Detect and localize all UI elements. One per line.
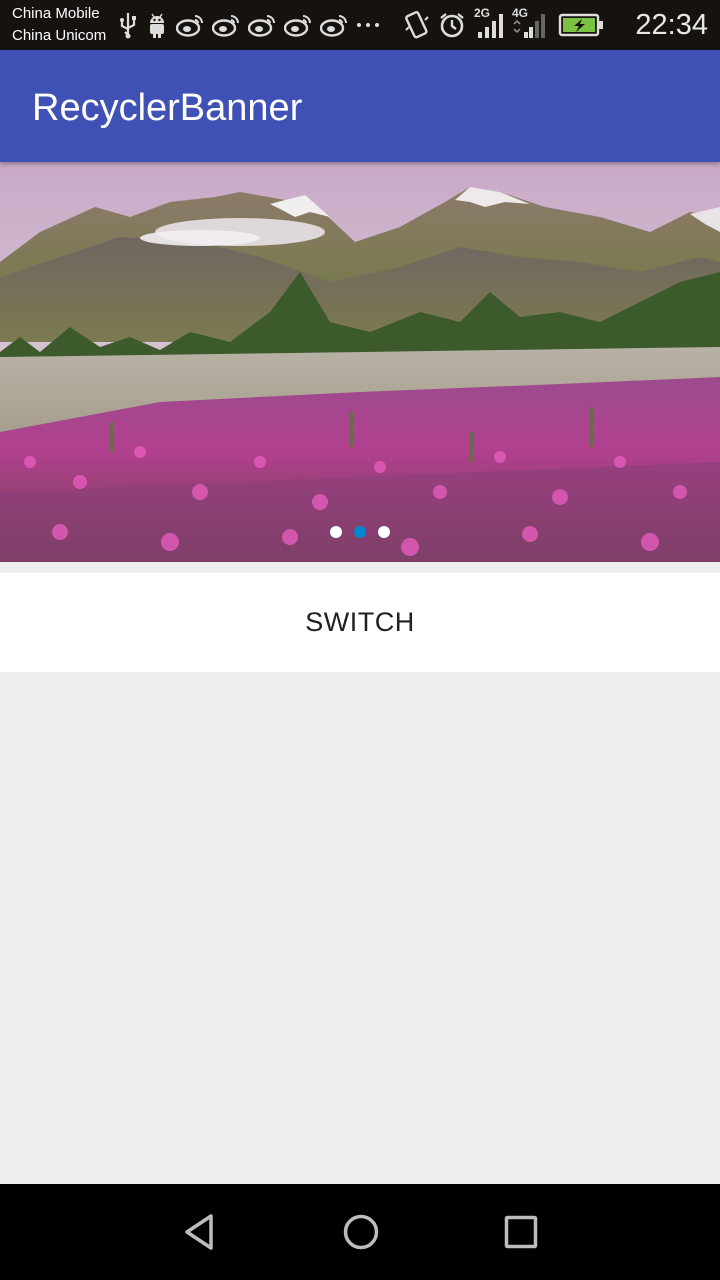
carrier-1: China Mobile xyxy=(12,5,100,22)
banner-image xyxy=(0,162,720,562)
home-icon[interactable] xyxy=(337,1208,385,1256)
status-bar: China Mobile China Unicom 2G 4G 22:34 xyxy=(0,0,720,50)
carrier-2: China Unicom xyxy=(12,27,107,44)
navigation-bar xyxy=(0,1184,720,1280)
network-1-label: 2G xyxy=(474,6,491,20)
more-dots-icon xyxy=(356,20,380,30)
alarm-icon xyxy=(438,11,466,39)
weibo-icon xyxy=(284,13,312,37)
app-title: RecyclerBanner xyxy=(32,87,303,129)
back-icon[interactable] xyxy=(177,1208,225,1256)
status-clock: 22:34 xyxy=(635,9,708,41)
indicator-dot-3 xyxy=(378,526,390,538)
carrier-info: China Mobile China Unicom xyxy=(12,3,106,47)
recents-icon[interactable] xyxy=(497,1208,545,1256)
usb-icon xyxy=(118,11,138,39)
app-bar: RecyclerBanner xyxy=(0,50,720,162)
vibrate-icon xyxy=(404,10,430,40)
battery-charging-icon xyxy=(558,12,604,38)
banner-indicators xyxy=(0,523,720,541)
weibo-icon xyxy=(320,13,348,37)
weibo-icon xyxy=(248,13,276,37)
status-icons: 2G 4G xyxy=(118,6,604,42)
weibo-icon xyxy=(176,13,204,37)
switch-button[interactable]: SWITCH xyxy=(0,573,720,672)
indicator-dot-2-active xyxy=(354,526,366,538)
android-icon xyxy=(146,11,168,39)
network-2-label: 4G xyxy=(512,6,529,20)
signal-2g-icon: 2G xyxy=(474,6,504,40)
signal-4g-icon: 4G xyxy=(512,6,546,40)
indicator-dot-1 xyxy=(330,526,342,538)
banner-carousel[interactable] xyxy=(0,162,720,562)
weibo-icon xyxy=(212,13,240,37)
